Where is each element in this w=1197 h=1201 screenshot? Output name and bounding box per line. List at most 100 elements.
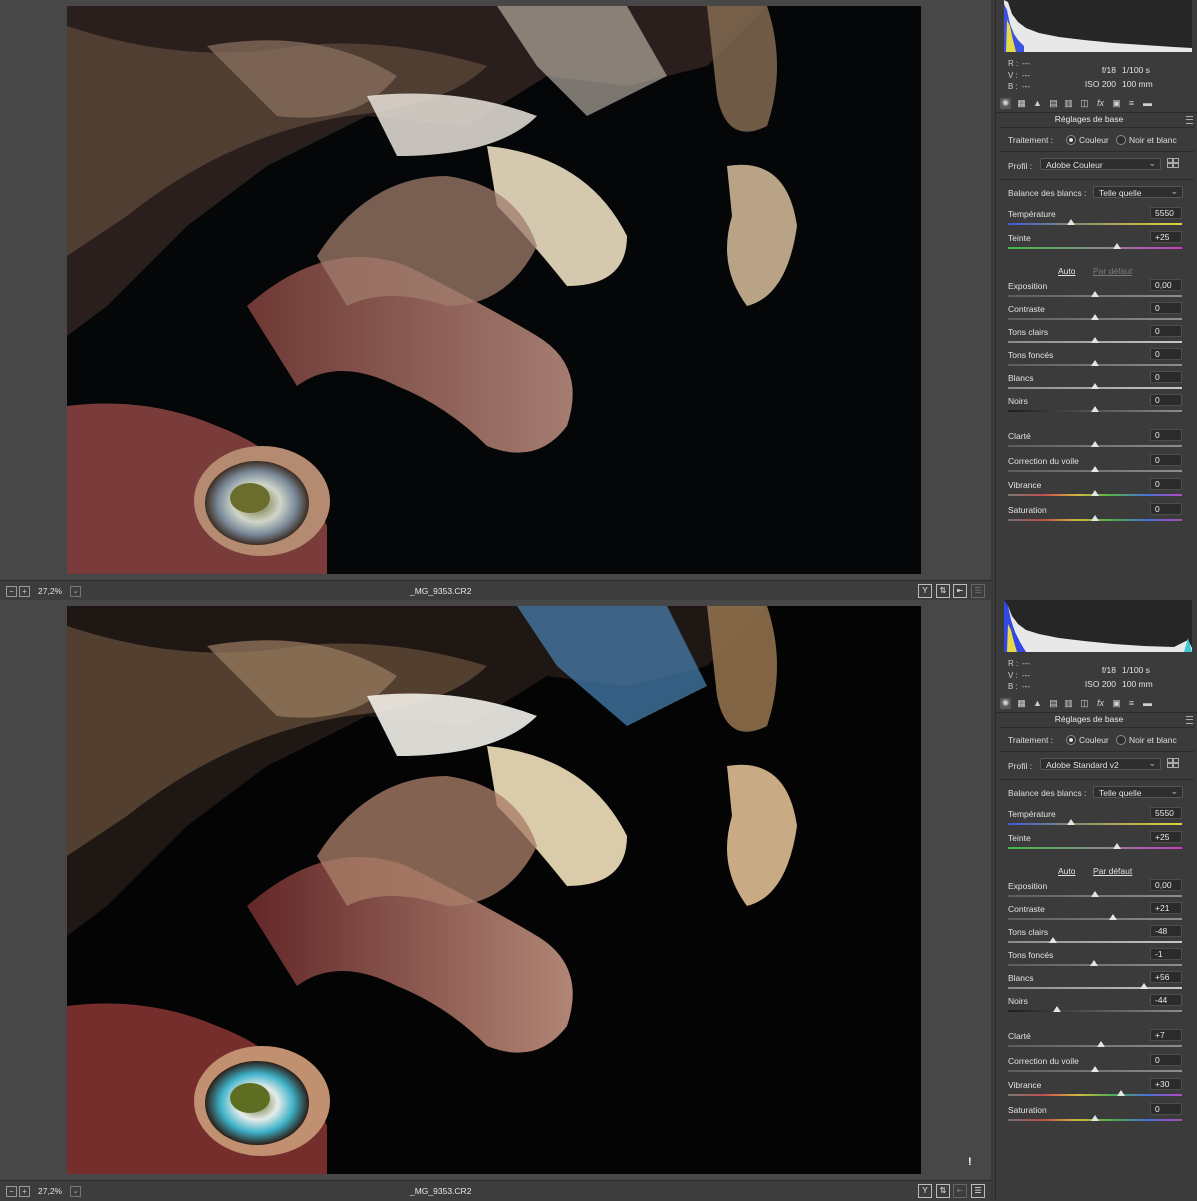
slider-value[interactable]: +21 xyxy=(1150,902,1182,914)
profile-browser-button[interactable] xyxy=(1167,758,1179,769)
slider-thumb[interactable] xyxy=(1066,219,1075,225)
tab-hsl[interactable]: ▤ xyxy=(1048,98,1059,109)
slider-temperature[interactable]: Température 5550 xyxy=(996,807,1197,833)
slider-thumb[interactable] xyxy=(1139,983,1148,989)
photo-preview[interactable] xyxy=(67,6,921,574)
slider-value[interactable]: +30 xyxy=(1150,1078,1182,1091)
slider-track[interactable] xyxy=(1008,1010,1182,1012)
slider-noirs[interactable]: Noirs 0 xyxy=(996,394,1197,420)
profil-select[interactable]: Adobe Couleur xyxy=(1040,157,1161,170)
zoom-dropdown[interactable]: ⌄ xyxy=(70,1186,81,1197)
slider-value[interactable]: 0 xyxy=(1150,394,1182,406)
zoom-in-button[interactable]: + xyxy=(19,1186,30,1197)
slider-thumb[interactable] xyxy=(1091,514,1099,521)
tab-presets[interactable]: ≡ xyxy=(1126,698,1137,709)
slider-track[interactable] xyxy=(1008,1045,1182,1047)
tab-lens[interactable]: ◫ xyxy=(1079,98,1090,109)
slider-value[interactable]: 0 xyxy=(1150,1102,1182,1115)
tab-basic[interactable]: ✺ xyxy=(1000,698,1011,709)
slider-value[interactable]: -1 xyxy=(1150,948,1182,960)
zoom-in-button[interactable]: + xyxy=(19,586,30,597)
tab-effects[interactable]: fx xyxy=(1095,698,1106,709)
default-link[interactable]: Par défaut xyxy=(1093,266,1132,276)
slider-teinte[interactable]: Teinte +25 xyxy=(996,231,1197,257)
tab-split-toning[interactable]: ▥ xyxy=(1063,698,1074,709)
warning-icon[interactable]: ! xyxy=(968,1156,972,1168)
slider-correction-du-voile[interactable]: Correction du voile 0 xyxy=(996,1053,1197,1080)
slider-track[interactable] xyxy=(1008,1094,1182,1097)
tab-detail[interactable]: ▲ xyxy=(1032,698,1043,709)
slider-temperature[interactable]: Température 5550 xyxy=(996,207,1197,233)
tab-presets[interactable]: ≡ xyxy=(1126,98,1137,109)
slider-thumb[interactable] xyxy=(1091,490,1099,497)
tab-split-toning[interactable]: ▥ xyxy=(1063,98,1074,109)
slider-value[interactable]: 5550 xyxy=(1150,207,1182,219)
tab-snapshots[interactable]: ▬ xyxy=(1142,98,1153,109)
preview-preferences-button[interactable]: ☰ xyxy=(971,1184,985,1198)
copy-settings-button[interactable]: ⇤ xyxy=(953,584,967,598)
slider-value[interactable]: 0 xyxy=(1150,453,1182,466)
slider-thumb[interactable] xyxy=(1091,1114,1099,1121)
slider-track[interactable] xyxy=(1008,847,1182,849)
slider-clarte[interactable]: Clarté 0 xyxy=(996,429,1197,455)
slider-noirs[interactable]: Noirs -44 xyxy=(996,994,1197,1020)
slider-thumb[interactable] xyxy=(1091,383,1099,389)
panel-menu-icon[interactable] xyxy=(1186,116,1193,124)
slider-value[interactable]: +7 xyxy=(1150,1029,1182,1041)
copy-settings-button[interactable]: ⇤ xyxy=(953,1184,967,1198)
radio-couleur[interactable] xyxy=(1066,135,1076,145)
slider-value[interactable]: 0 xyxy=(1150,348,1182,360)
slider-thumb[interactable] xyxy=(1091,1065,1099,1072)
slider-thumb[interactable] xyxy=(1052,1006,1061,1012)
slider-value[interactable]: 0 xyxy=(1150,371,1182,383)
slider-value[interactable]: 0 xyxy=(1150,429,1182,441)
tab-calibration[interactable]: ▣ xyxy=(1111,98,1122,109)
slider-value[interactable]: +25 xyxy=(1150,831,1182,843)
slider-thumb[interactable] xyxy=(1066,819,1075,825)
slider-track[interactable] xyxy=(1008,223,1182,225)
default-link[interactable]: Par défaut xyxy=(1093,866,1132,876)
slider-thumb[interactable] xyxy=(1097,1041,1106,1047)
zoom-out-button[interactable]: − xyxy=(6,1186,17,1197)
swap-settings-button[interactable]: ⇅ xyxy=(936,584,950,598)
slider-thumb[interactable] xyxy=(1090,960,1099,966)
auto-link[interactable]: Auto xyxy=(1058,866,1076,876)
slider-track[interactable] xyxy=(1008,918,1182,920)
slider-teinte[interactable]: Teinte +25 xyxy=(996,831,1197,857)
slider-value[interactable]: -44 xyxy=(1150,994,1182,1006)
profil-select[interactable]: Adobe Standard v2 xyxy=(1040,757,1161,770)
balance-select[interactable]: Telle quelle xyxy=(1093,785,1183,798)
tab-hsl[interactable]: ▤ xyxy=(1048,698,1059,709)
slider-correction-du-voile[interactable]: Correction du voile 0 xyxy=(996,453,1197,480)
slider-value[interactable]: -48 xyxy=(1150,925,1182,937)
slider-thumb[interactable] xyxy=(1091,891,1099,897)
tab-effects[interactable]: fx xyxy=(1095,98,1106,109)
slider-vibrance[interactable]: Vibrance 0 xyxy=(996,478,1197,504)
slider-clarte[interactable]: Clarté +7 xyxy=(996,1029,1197,1055)
slider-track[interactable] xyxy=(1008,823,1182,825)
slider-track[interactable] xyxy=(1008,987,1182,989)
balance-select[interactable]: Telle quelle xyxy=(1093,185,1183,198)
radio-couleur[interactable] xyxy=(1066,735,1076,745)
slider-value[interactable]: 0 xyxy=(1150,1053,1182,1066)
slider-saturation[interactable]: Saturation 0 xyxy=(996,502,1197,529)
slider-value[interactable]: 0 xyxy=(1150,302,1182,314)
tab-detail[interactable]: ▲ xyxy=(1032,98,1043,109)
slider-thumb[interactable] xyxy=(1091,441,1099,447)
preview-preferences-button[interactable]: ☰ xyxy=(971,584,985,598)
slider-value[interactable]: 0 xyxy=(1150,502,1182,515)
slider-value[interactable]: 0,00 xyxy=(1150,279,1182,291)
tab-tone-curve[interactable]: ▦ xyxy=(1016,698,1027,709)
swap-settings-button[interactable]: ⇅ xyxy=(936,1184,950,1198)
radio-noir-et-blanc[interactable] xyxy=(1116,735,1126,745)
slider-value[interactable]: 0 xyxy=(1150,478,1182,491)
slider-value[interactable]: 5550 xyxy=(1150,807,1182,819)
slider-thumb[interactable] xyxy=(1049,937,1058,943)
slider-vibrance[interactable]: Vibrance +30 xyxy=(996,1078,1197,1104)
zoom-out-button[interactable]: − xyxy=(6,586,17,597)
photo-preview[interactable] xyxy=(67,606,921,1174)
slider-track[interactable] xyxy=(1008,941,1182,943)
slider-thumb[interactable] xyxy=(1091,406,1099,412)
slider-thumb[interactable] xyxy=(1112,243,1121,249)
panel-menu-icon[interactable] xyxy=(1186,716,1193,724)
